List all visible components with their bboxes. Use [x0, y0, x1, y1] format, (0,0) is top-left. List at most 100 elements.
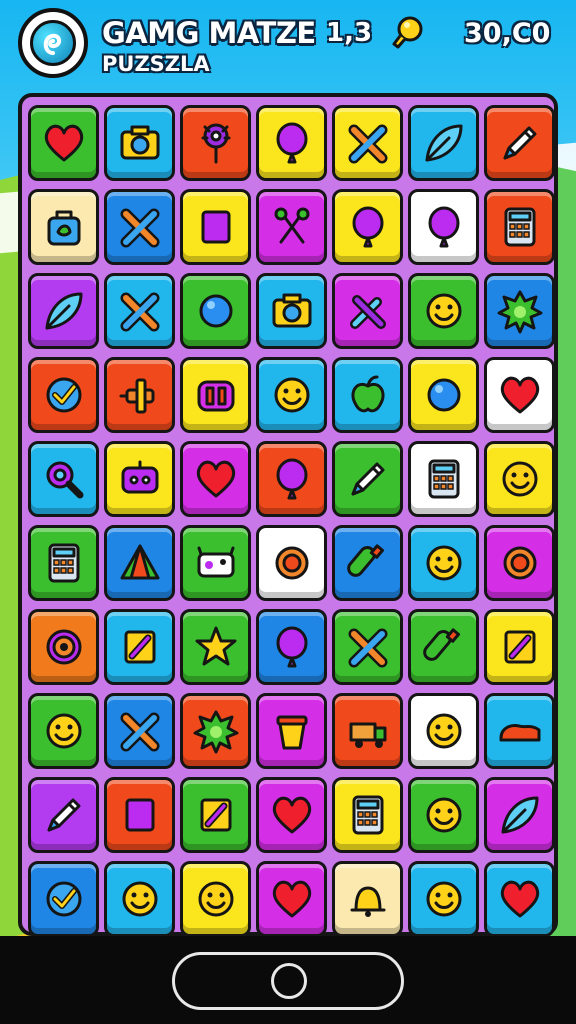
- tile-robot[interactable]: [104, 441, 175, 517]
- tile-cross[interactable]: [104, 273, 175, 349]
- tile-pencil[interactable]: [28, 777, 99, 853]
- tile-splat[interactable]: [180, 693, 251, 769]
- tile-heart[interactable]: [256, 861, 327, 937]
- tile-heart[interactable]: [484, 861, 555, 937]
- tile-cell: [26, 185, 101, 269]
- tile-heart[interactable]: [28, 105, 99, 181]
- tile-note[interactable]: [484, 609, 555, 685]
- tile-smiley[interactable]: [104, 861, 175, 937]
- tile-cell: [178, 269, 253, 353]
- tile-circle[interactable]: [180, 273, 251, 349]
- triangle-icon: [120, 544, 159, 580]
- tile-cow[interactable]: [180, 525, 251, 601]
- lightbulb-icon[interactable]: [388, 14, 428, 54]
- tile-cell: [178, 521, 253, 605]
- tile-cup[interactable]: [256, 693, 327, 769]
- tile-smiley[interactable]: [408, 525, 479, 601]
- score-counter: 30,C0: [464, 18, 551, 49]
- tile-cell: [406, 773, 481, 857]
- tile-splat[interactable]: [484, 273, 555, 349]
- tile-pencil[interactable]: [332, 441, 403, 517]
- tile-triangle[interactable]: [104, 525, 175, 601]
- tile-cell: [482, 269, 557, 353]
- tile-gear-pin[interactable]: [180, 105, 251, 181]
- star-icon: [195, 626, 236, 666]
- tile-calculator[interactable]: [28, 525, 99, 601]
- tile-check[interactable]: [28, 357, 99, 433]
- bag-icon: [47, 210, 80, 246]
- tile-circle[interactable]: [408, 357, 479, 433]
- tile-cell: [254, 269, 329, 353]
- tile-heart[interactable]: [256, 777, 327, 853]
- swirl-logo-icon[interactable]: [18, 8, 88, 78]
- tile-cell: [406, 185, 481, 269]
- camera-icon: [272, 293, 311, 328]
- tile-camera[interactable]: [104, 105, 175, 181]
- tile-cross[interactable]: [332, 105, 403, 181]
- tile-bottle[interactable]: [408, 609, 479, 685]
- tile-smiley[interactable]: [256, 357, 327, 433]
- heart-icon: [272, 796, 311, 834]
- tile-smiley[interactable]: [408, 693, 479, 769]
- tile-cell: [26, 857, 101, 941]
- tile-truck[interactable]: [332, 693, 403, 769]
- tile-heart[interactable]: [180, 441, 251, 517]
- tile-heart[interactable]: [484, 357, 555, 433]
- tile-square[interactable]: [180, 189, 251, 265]
- leaf-icon: [425, 124, 462, 162]
- tile-apple[interactable]: [332, 357, 403, 433]
- tile-leaf[interactable]: [408, 105, 479, 181]
- tile-smiley[interactable]: [180, 861, 251, 937]
- tile-shoe[interactable]: [484, 693, 555, 769]
- tile-note[interactable]: [104, 609, 175, 685]
- ring-icon: [503, 546, 536, 580]
- tile-tools[interactable]: [332, 273, 403, 349]
- tile-gear[interactable]: [28, 609, 99, 685]
- tile-cell: [406, 521, 481, 605]
- tile-calculator[interactable]: [484, 189, 555, 265]
- tile-bottle[interactable]: [332, 525, 403, 601]
- tile-bag[interactable]: [28, 189, 99, 265]
- tile-balloon[interactable]: [408, 189, 479, 265]
- heart-icon: [44, 124, 83, 162]
- tile-cell: [254, 101, 329, 185]
- tile-cross[interactable]: [332, 609, 403, 685]
- tile-balloon[interactable]: [332, 189, 403, 265]
- tile-smiley[interactable]: [408, 861, 479, 937]
- tile-smiley[interactable]: [28, 693, 99, 769]
- tile-ring[interactable]: [484, 525, 555, 601]
- tile-square[interactable]: [104, 777, 175, 853]
- tile-pause[interactable]: [180, 357, 251, 433]
- tile-star[interactable]: [180, 609, 251, 685]
- tile-balloon[interactable]: [256, 105, 327, 181]
- tile-smiley[interactable]: [408, 273, 479, 349]
- home-button[interactable]: [172, 952, 404, 1010]
- tile-balloon[interactable]: [256, 441, 327, 517]
- tile-leaf[interactable]: [484, 777, 555, 853]
- tile-camera[interactable]: [256, 273, 327, 349]
- tile-bell[interactable]: [332, 861, 403, 937]
- shoe-icon: [499, 724, 540, 742]
- tile-leaf[interactable]: [28, 273, 99, 349]
- magnifier-icon: [46, 461, 83, 499]
- tile-note[interactable]: [180, 777, 251, 853]
- tile-check[interactable]: [28, 861, 99, 937]
- tile-cross[interactable]: [104, 693, 175, 769]
- camera-icon: [120, 125, 159, 160]
- tile-plane[interactable]: [104, 357, 175, 433]
- tile-magnifier[interactable]: [28, 441, 99, 517]
- smiley-icon: [426, 713, 461, 749]
- tile-cross[interactable]: [104, 189, 175, 265]
- smiley-icon: [274, 377, 309, 413]
- tile-cell: [406, 437, 481, 521]
- tile-smiley[interactable]: [408, 777, 479, 853]
- tile-balloon[interactable]: [256, 609, 327, 685]
- tile-smiley[interactable]: [484, 441, 555, 517]
- tile-pencil[interactable]: [484, 105, 555, 181]
- tile-scissors[interactable]: [256, 189, 327, 265]
- tile-calculator[interactable]: [408, 441, 479, 517]
- tile-cell: [178, 689, 253, 773]
- tile-cell: [254, 689, 329, 773]
- tile-calculator[interactable]: [332, 777, 403, 853]
- tile-ring[interactable]: [256, 525, 327, 601]
